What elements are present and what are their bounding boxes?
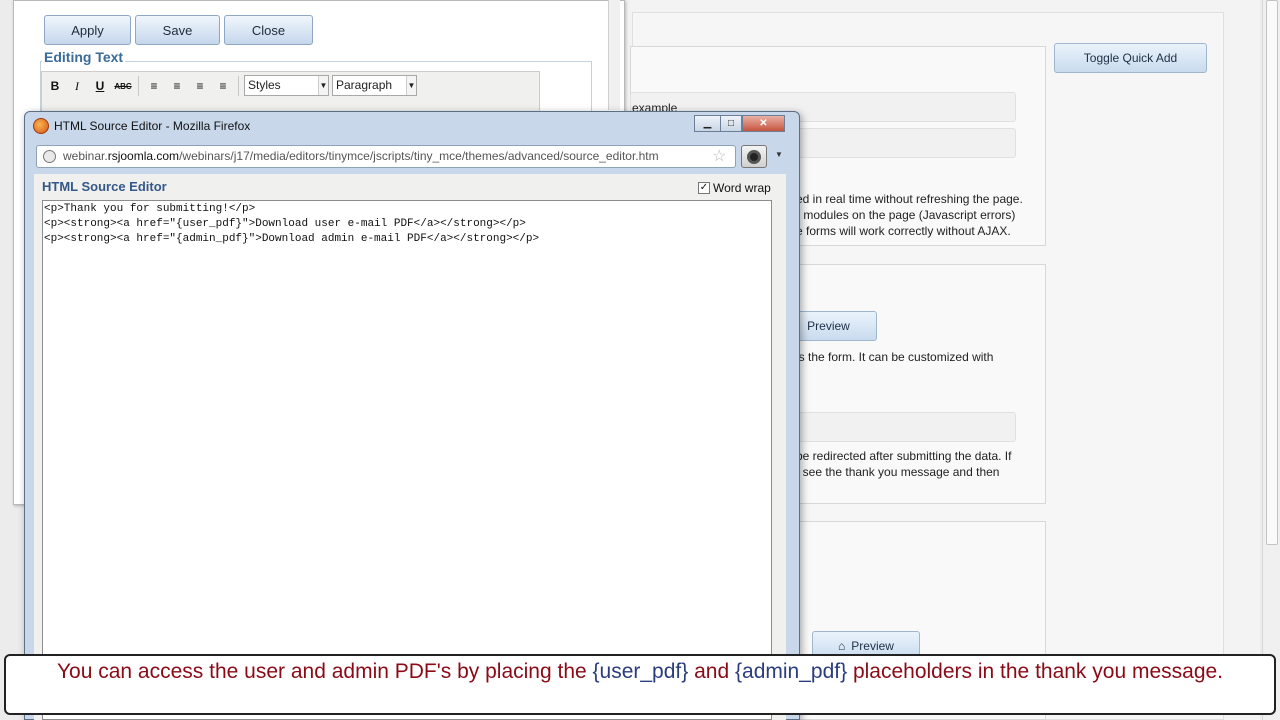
- page-scrollbar[interactable]: [1262, 0, 1280, 720]
- align-justify-icon[interactable]: ≡: [213, 76, 233, 96]
- underline-icon[interactable]: U: [90, 76, 110, 96]
- paragraph-select-value: Paragraph: [336, 78, 393, 92]
- toolbar-separator: [238, 76, 239, 96]
- preview-label: Preview: [851, 639, 894, 653]
- chevron-down-icon[interactable]: ▼: [775, 150, 783, 159]
- url-bar[interactable]: webinar.rsjoomla.com/webinars/j17/media/…: [36, 145, 736, 168]
- chevron-down-icon: ▼: [406, 76, 416, 95]
- editor-scrollbar[interactable]: [608, 0, 620, 110]
- italic-icon[interactable]: I: [67, 76, 87, 96]
- thankyou-description: ls the form. It can be customized with: [796, 350, 994, 364]
- globe-icon: [43, 150, 56, 163]
- redirect-description: t see the thank you message and then: [796, 465, 1000, 479]
- preview-label: Preview: [807, 319, 850, 333]
- word-wrap-label: Word wrap: [713, 181, 771, 195]
- caption-text: and: [688, 660, 735, 683]
- code-line: <p>Thank you for submitting!</p>: [44, 203, 256, 215]
- bookmark-star-icon[interactable]: ☆: [712, 146, 726, 166]
- camera-icon: [747, 149, 761, 164]
- url-domain: rsjoomla.com: [107, 149, 180, 163]
- toolbar-separator: [138, 76, 139, 96]
- code-line: <p><strong><a href="{admin_pdf}">Downloa…: [44, 233, 540, 245]
- align-left-icon[interactable]: ≡: [144, 76, 164, 96]
- bold-icon[interactable]: B: [45, 76, 65, 96]
- firefox-icon: [33, 118, 49, 134]
- toggle-quick-add-label: Toggle Quick Add: [1083, 51, 1178, 65]
- ajax-description: r modules on the page (Javascript errors…: [796, 208, 1016, 222]
- chevron-down-icon: ▼: [318, 76, 328, 95]
- styles-select[interactable]: Styles ▼: [244, 75, 329, 96]
- close-button[interactable]: Close: [224, 15, 313, 45]
- maximize-button[interactable]: □: [720, 115, 742, 132]
- word-wrap-toggle[interactable]: ✓ Word wrap: [698, 181, 771, 195]
- apply-button[interactable]: Apply: [44, 15, 131, 45]
- close-window-button[interactable]: ✕: [742, 115, 785, 132]
- word-wrap-checkbox[interactable]: ✓: [698, 182, 710, 194]
- align-right-icon[interactable]: ≡: [190, 76, 210, 96]
- toggle-quick-add-button[interactable]: Toggle Quick Add: [1054, 43, 1207, 73]
- home-icon: ⌂: [838, 639, 846, 653]
- minimize-button[interactable]: ▁: [694, 115, 721, 132]
- editing-legend: Editing Text: [42, 49, 126, 65]
- styles-select-value: Styles: [248, 78, 281, 92]
- source-textarea[interactable]: [42, 200, 772, 720]
- url-path: /webinars/j17/media/editors/tinymce/jscr…: [179, 149, 659, 163]
- tutorial-caption: You can access the user and admin PDF's …: [4, 654, 1276, 715]
- url-domain-prefix: webinar.: [63, 149, 108, 163]
- ajax-description: e forms will work correctly without AJAX…: [796, 224, 1011, 238]
- camera-button[interactable]: [741, 145, 767, 168]
- strikethrough-icon[interactable]: ABC: [113, 76, 133, 96]
- caption-placeholder: {admin_pdf}: [735, 660, 848, 683]
- caption-text: placeholders in the thank you message.: [847, 660, 1224, 683]
- source-editor-heading: HTML Source Editor: [42, 179, 167, 194]
- caption-text: You can access the user and admin PDF's …: [56, 660, 593, 683]
- ajax-description: ed in real time without refreshing the p…: [796, 192, 1023, 206]
- paragraph-select[interactable]: Paragraph ▼: [332, 75, 417, 96]
- scrollbar-thumb[interactable]: [1266, 0, 1278, 545]
- redirect-description: be redirected after submitting the data.…: [796, 449, 1012, 463]
- save-button[interactable]: Save: [135, 15, 220, 45]
- code-line: <p><strong><a href="{user_pdf}">Download…: [44, 218, 526, 230]
- window-title: HTML Source Editor - Mozilla Firefox: [54, 119, 251, 133]
- caption-placeholder: {user_pdf}: [592, 660, 689, 683]
- align-center-icon[interactable]: ≡: [167, 76, 187, 96]
